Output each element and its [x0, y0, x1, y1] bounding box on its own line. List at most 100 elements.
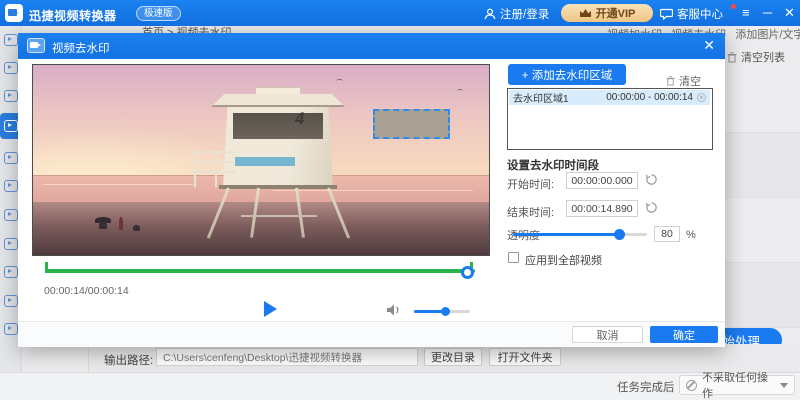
sidebar-item-watermark-active[interactable]	[4, 120, 18, 132]
tower-platform	[219, 185, 337, 189]
after-task-label: 任务完成后	[617, 379, 675, 395]
clear-list-label: 清空列表	[741, 49, 785, 65]
reset-end-icon[interactable]	[645, 201, 658, 214]
start-time-input[interactable]	[566, 172, 638, 189]
chevron-down-icon	[780, 383, 788, 392]
reset-start-icon[interactable]	[645, 173, 658, 186]
dialog-header: 视频去水印 ✕	[18, 33, 725, 59]
end-time-label: 结束时间:	[507, 204, 554, 220]
railing	[193, 151, 235, 153]
playback-time: 00:00:14/00:00:14	[44, 285, 129, 297]
user-icon	[484, 8, 496, 20]
video-preview: 4	[32, 64, 490, 256]
dialog-title: 视频去水印	[52, 40, 110, 56]
opacity-knob[interactable]	[614, 229, 625, 240]
support-button[interactable]: 客服中心	[660, 6, 723, 22]
sidebar-item-2[interactable]	[4, 62, 18, 74]
speaker-icon[interactable]	[386, 303, 402, 317]
tower-number: 4	[295, 109, 304, 129]
apply-all-checkbox[interactable]	[508, 252, 519, 263]
bird	[457, 89, 463, 93]
apply-all-label: 应用到全部视频	[525, 252, 602, 268]
output-path-label: 输出路径:	[104, 352, 153, 368]
person-silhouette	[119, 217, 123, 230]
no-action-icon	[686, 380, 697, 391]
vip-label: 开通VIP	[596, 5, 636, 21]
opacity-fill	[513, 233, 620, 236]
output-path-input[interactable]	[156, 348, 418, 366]
volume-slider[interactable]	[414, 310, 470, 313]
watermark-selection-box[interactable]	[373, 109, 450, 139]
region-time: 00:00:00 - 00:00:14	[606, 92, 693, 103]
volume-knob[interactable]	[441, 307, 450, 316]
tower-sign	[235, 157, 295, 166]
support-label: 客服中心	[677, 6, 723, 22]
clear-list-button[interactable]: 清空列表	[727, 49, 785, 65]
opacity-slider[interactable]	[513, 233, 647, 236]
sidebar-item-5[interactable]	[4, 152, 18, 164]
trim-handle[interactable]	[461, 266, 474, 279]
video-camera-icon	[27, 38, 45, 53]
add-region-button[interactable]: + 添加去水印区域	[508, 64, 626, 85]
app-logo-icon	[5, 4, 23, 22]
dialog-close-icon[interactable]: ✕	[703, 37, 715, 53]
tower-roof-box	[255, 87, 301, 95]
cancel-button[interactable]: 取消	[572, 326, 643, 343]
after-task-option: 不采取任何操作	[702, 369, 775, 400]
vip-button[interactable]: 开通VIP	[561, 4, 653, 22]
trash-icon	[666, 76, 675, 86]
app-window: 迅捷视频转换器 极速版 注册/登录 开通VIP 客服中心 ≡ ─ ✕	[0, 0, 800, 400]
minimize-icon[interactable]: ─	[763, 5, 772, 21]
sidebar-item-1[interactable]	[4, 34, 18, 46]
opacity-value-input[interactable]	[654, 226, 680, 242]
remove-region-icon[interactable]: ×	[697, 93, 706, 102]
notification-dot	[731, 4, 736, 9]
person-silhouette	[99, 222, 107, 229]
watermark-dialog: 视频去水印 ✕ 4	[18, 33, 725, 347]
app-title: 迅捷视频转换器	[29, 7, 117, 24]
railing-post	[194, 151, 196, 187]
sidebar-item-9[interactable]	[4, 266, 18, 278]
tower-brace	[241, 215, 317, 217]
sidebar-item-7[interactable]	[4, 209, 18, 221]
change-dir-button[interactable]: 更改目录	[424, 348, 482, 366]
bird	[336, 79, 343, 83]
crown-icon	[579, 8, 592, 18]
menu-icon[interactable]: ≡	[742, 5, 750, 21]
open-folder-button[interactable]: 打开文件夹	[489, 348, 561, 366]
trash-icon	[727, 52, 737, 63]
person-silhouette	[133, 225, 140, 231]
login-button[interactable]: 注册/登录	[484, 6, 549, 22]
beach	[33, 202, 490, 256]
login-label: 注册/登录	[500, 6, 549, 22]
sidebar-item-11[interactable]	[4, 323, 18, 335]
edition-badge: 极速版	[136, 6, 181, 21]
railing	[193, 171, 235, 173]
railing-post	[215, 151, 217, 187]
sidebar-item-10[interactable]	[4, 295, 18, 307]
region-list-item[interactable]: 去水印区域1 00:00:00 - 00:00:14 ×	[509, 90, 710, 105]
tower-roof	[211, 94, 345, 107]
plus-icon: +	[522, 70, 529, 82]
close-icon[interactable]: ✕	[784, 5, 795, 21]
tower-window	[233, 113, 323, 139]
region-name: 去水印区域1	[513, 90, 569, 105]
clear-regions-label: 清空	[679, 73, 701, 89]
railing	[193, 161, 235, 163]
clear-regions-button[interactable]: 清空	[666, 73, 701, 89]
ok-button[interactable]: 确定	[650, 326, 718, 343]
start-time-label: 开始时间:	[507, 176, 554, 192]
sidebar-item-6[interactable]	[4, 180, 18, 192]
end-time-input[interactable]	[566, 200, 638, 217]
sidebar-item-3[interactable]	[4, 90, 18, 102]
trim-timeline[interactable]	[45, 269, 475, 273]
sidebar-item-8[interactable]	[4, 238, 18, 250]
region-list: 去水印区域1 00:00:00 - 00:00:14 ×	[507, 88, 713, 150]
titlebar: 迅捷视频转换器 极速版 注册/登录 开通VIP 客服中心 ≡ ─ ✕	[0, 0, 800, 26]
percent-label: %	[686, 229, 696, 241]
play-icon[interactable]	[264, 301, 285, 317]
time-section-title: 设置去水印时间段	[507, 157, 599, 173]
add-region-label: 添加去水印区域	[532, 70, 613, 82]
chat-icon	[660, 8, 673, 20]
after-task-dropdown[interactable]: 不采取任何操作	[679, 375, 795, 395]
